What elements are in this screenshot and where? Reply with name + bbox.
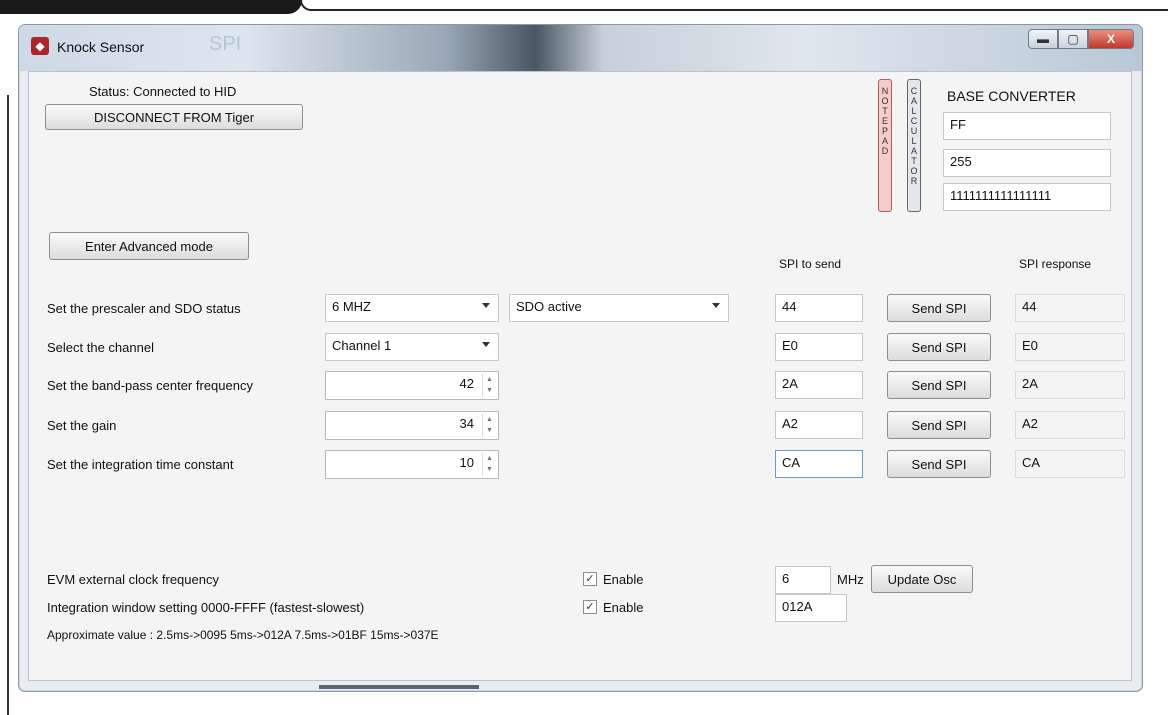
gain-spinner[interactable]: 34 ▲ ▼ [325,411,499,440]
dec-field[interactable]: 255 [943,149,1111,177]
bin-field[interactable]: 1111111111111111 [943,183,1111,211]
enter-advanced-mode-button[interactable]: Enter Advanced mode [49,232,249,260]
spi-response-field-prescaler: 44 [1015,294,1125,322]
clock-unit: MHz [837,572,864,587]
spi-to-send-header: SPI to send [779,257,842,271]
spi-response-field-integration: CA [1015,450,1125,478]
chevron-down-icon [712,303,720,308]
spi-send-field-gain[interactable]: A2 [775,411,863,439]
maximize-button[interactable]: ▢ [1058,29,1088,49]
minimize-button[interactable]: ▬ [1028,29,1058,49]
spi-send-field-bandpass[interactable]: 2A [775,371,863,399]
window-title: Knock Sensor [57,39,145,55]
window-enable-label: Enable [603,600,644,615]
spi-send-field-integration[interactable]: CA [775,450,863,478]
hex-field[interactable]: FF [943,112,1111,140]
send-spi-button-integration[interactable]: Send SPI [887,450,991,478]
spinner-arrows-icon[interactable]: ▲ ▼ [482,374,496,397]
channel-value: Channel 1 [332,338,392,353]
row-label-prescaler: Set the prescaler and SDO status [47,301,241,316]
spi-response-field-gain: A2 [1015,411,1125,439]
knock-sensor-window: ◆ Knock Sensor SPI ▬ ▢ X Status: Connect… [18,24,1143,692]
spi-response-field-bandpass: 2A [1015,371,1125,399]
evm-clock-label: EVM external clock frequency [47,572,219,587]
calculator-label: CALCULATOR [910,86,918,186]
integration-window-label: Integration window setting 0000-FFFF (fa… [47,600,365,615]
row-label-channel: Select the channel [47,340,154,355]
gain-value: 34 [459,416,474,431]
spinner-arrows-icon[interactable]: ▲ ▼ [482,414,496,437]
bottom-edge-shade [319,685,479,689]
close-button[interactable]: X [1088,29,1134,49]
spinner-arrows-icon[interactable]: ▲ ▼ [482,453,496,476]
disconnect-button[interactable]: DISCONNECT FROM Tiger [45,104,303,130]
app-icon: ◆ [31,37,49,55]
spi-response-field-channel: E0 [1015,333,1125,361]
window-enable-checkbox[interactable]: ✓ [583,600,597,614]
integration-spinner[interactable]: 10 ▲ ▼ [325,450,499,479]
clock-enable-checkbox[interactable]: ✓ [583,572,597,586]
window-controls: ▬ ▢ X [1028,29,1134,49]
title-bar: ◆ Knock Sensor SPI ▬ ▢ X [19,25,1142,71]
prescaler-select[interactable]: 6 MHZ [325,294,499,322]
sdo-value: SDO active [516,299,582,314]
approximate-value-text: Approximate value : 2.5ms->0095 5ms->012… [47,628,439,642]
page-left-rule [7,95,9,715]
send-spi-button-bandpass[interactable]: Send SPI [887,371,991,399]
clock-enable-label: Enable [603,572,644,587]
notepad-button[interactable]: NOTEPAD [878,79,892,212]
prescaler-value: 6 MHZ [332,299,371,314]
send-spi-button-gain[interactable]: Send SPI [887,411,991,439]
calculator-button[interactable]: CALCULATOR [907,79,921,212]
channel-select[interactable]: Channel 1 [325,333,499,361]
send-spi-button-channel[interactable]: Send SPI [887,333,991,361]
row-label-gain: Set the gain [47,418,117,433]
window-title-ghost: SPI [209,33,242,55]
sdo-select[interactable]: SDO active [509,294,729,322]
main-panel: Status: Connected to HID DISCONNECT FROM… [28,71,1132,681]
notepad-label: NOTEPAD [881,86,889,156]
base-converter-title: BASE CONVERTER [947,88,1076,104]
page-header-rule [300,0,1168,11]
row-label-bandpass: Set the band-pass center frequency [47,378,253,393]
integration-value: 10 [459,455,474,470]
spi-response-header: SPI response [1019,257,1092,271]
status-text: Status: Connected to HID [89,84,237,99]
update-osc-button[interactable]: Update Osc [871,565,973,593]
bandpass-value: 42 [459,376,474,391]
row-label-integration: Set the integration time constant [47,457,234,472]
page-header-tab [0,0,302,14]
chevron-down-icon [482,303,490,308]
bandpass-spinner[interactable]: 42 ▲ ▼ [325,371,499,400]
chevron-down-icon [482,342,490,347]
integration-window-field[interactable]: 012A [775,594,847,622]
send-spi-button-prescaler[interactable]: Send SPI [887,294,991,322]
clock-frequency-field[interactable]: 6 [775,566,831,594]
spi-send-field-channel[interactable]: E0 [775,333,863,361]
spi-send-field-prescaler[interactable]: 44 [775,294,863,322]
